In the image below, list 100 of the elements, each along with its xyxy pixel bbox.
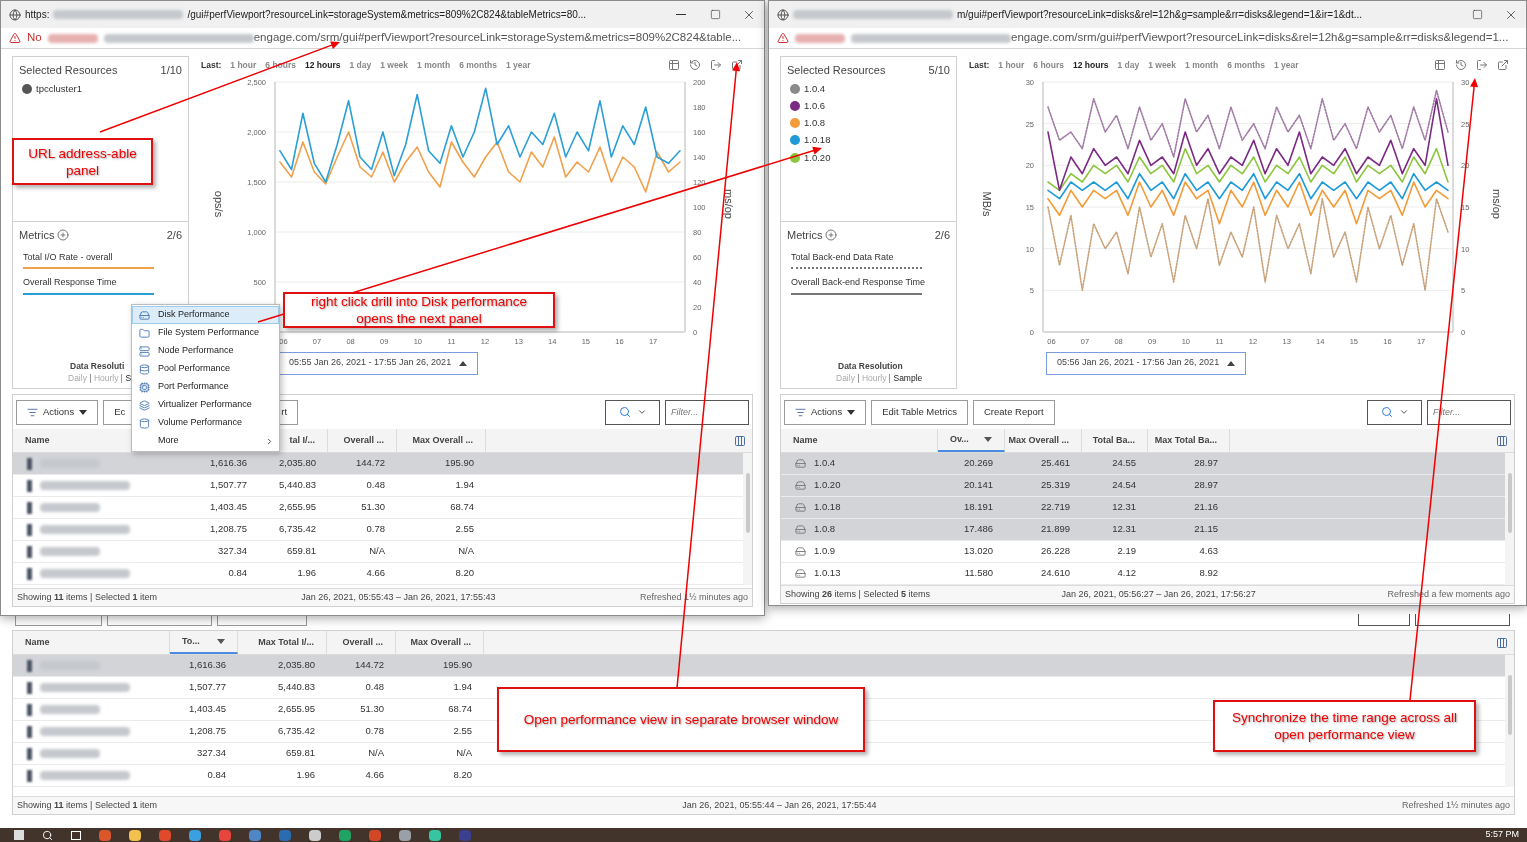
menu-item[interactable]: File System Performance: [132, 324, 279, 342]
table-cell: 12.31: [1112, 522, 1136, 537]
search-button[interactable]: [605, 399, 660, 425]
add-icon[interactable]: [825, 229, 838, 242]
column-chooser-icon[interactable]: [1496, 636, 1508, 649]
callout-box: URL address-able panel: [12, 138, 153, 185]
address-bar[interactable]: No engage.com/srm/gui#perfViewport?resourceLink=storageSystem&metrics=809%2C824&table...: [1, 28, 764, 49]
resolution-option[interactable]: S: [125, 372, 132, 385]
toolbar-button[interactable]: Actions: [16, 399, 99, 425]
table-icon[interactable]: [668, 59, 680, 71]
table-row[interactable]: 1.0.4 20.269 25.461 24.55 28.97: [781, 453, 1505, 475]
column-header[interactable]: Max Overall ...: [397, 429, 486, 452]
date-range-button[interactable]: 05:55 Jan 26, 2021 - 17:55 Jan 26, 2021: [278, 351, 479, 375]
resource-item[interactable]: 1.0.6: [787, 98, 950, 113]
toolbar-button[interactable]: Create Report: [972, 399, 1055, 425]
list-icon: [27, 406, 38, 418]
search-icon: [1380, 406, 1393, 418]
export-icon[interactable]: [710, 59, 722, 71]
time-range-option[interactable]: 1 day: [1117, 58, 1140, 72]
add-icon[interactable]: [57, 229, 70, 242]
search-button[interactable]: [1358, 614, 1410, 626]
app-icon[interactable]: [339, 829, 351, 841]
metric-label[interactable]: Overall Back-end Response Time: [791, 276, 950, 290]
column-header[interactable]: Total Ba...: [1082, 429, 1148, 452]
app-icon[interactable]: [219, 829, 231, 841]
clock-icon[interactable]: [1455, 59, 1467, 71]
column-header[interactable]: Name: [13, 631, 170, 654]
open-window-icon[interactable]: [731, 59, 743, 71]
resolution-option[interactable]: Sample: [893, 372, 923, 385]
time-range-option[interactable]: 6 months: [459, 58, 497, 72]
scrollbar[interactable]: [1505, 453, 1514, 585]
column-header[interactable]: Overall ...: [328, 429, 397, 452]
time-range-option[interactable]: 1 month: [1185, 58, 1219, 72]
app-icon[interactable]: [189, 829, 201, 841]
table-row[interactable]: 1.0.20 20.141 25.319 24.54 28.97: [781, 475, 1505, 497]
scrollbar[interactable]: [1505, 655, 1514, 787]
app-icon[interactable]: [129, 829, 141, 841]
app-icon[interactable]: [99, 829, 111, 841]
column-header[interactable]: Name: [781, 429, 938, 452]
app-icon[interactable]: [429, 829, 441, 841]
address-bar[interactable]: engage.com/srm/gui#perfViewport?resourceLink=disks&rel=12h&g=sample&rr=disks&legend=1...: [769, 28, 1526, 49]
time-range-option[interactable]: 12 hours: [1073, 58, 1109, 72]
app-icon[interactable]: [309, 829, 321, 841]
column-header[interactable]: Overall ...: [327, 631, 396, 654]
time-range-option[interactable]: 6 months: [1227, 58, 1265, 72]
time-range-option[interactable]: 1 hour: [998, 58, 1025, 72]
table-cell: 21.899: [1040, 522, 1070, 537]
filter-field[interactable]: Filter...: [665, 399, 749, 425]
table-row[interactable]: 1.0.18 18.191 22.719 12.31 21.16: [781, 497, 1505, 519]
app-icon[interactable]: [249, 829, 261, 841]
filter-field[interactable]: [1415, 614, 1510, 626]
table-row[interactable]: 1,616.36 2,035.80 144.72 195.90: [13, 453, 743, 475]
column-chooser-icon[interactable]: [1496, 434, 1508, 447]
time-range-option[interactable]: 12 hours: [305, 58, 341, 72]
resource-item[interactable]: 1.0.18: [787, 133, 950, 148]
time-range-option[interactable]: 1 year: [1273, 58, 1299, 72]
column-header[interactable]: Max Total I/...: [238, 631, 327, 654]
time-range-option[interactable]: 1 week: [1148, 58, 1177, 72]
table-row[interactable]: 1,616.36 2,035.80 144.72 195.90: [13, 655, 1505, 677]
menu-item[interactable]: Disk Performance: [132, 306, 279, 324]
search-icon[interactable]: [42, 829, 53, 841]
toolbar-button[interactable]: Actions: [784, 399, 867, 425]
sort-caret-icon: [984, 437, 992, 442]
table-row[interactable]: 1.0.8 17.486 21.899 12.31 21.15: [781, 519, 1505, 541]
time-range-option[interactable]: 1 year: [505, 58, 531, 72]
section-title: Selected Resources: [787, 63, 886, 78]
clock-icon[interactable]: [689, 59, 701, 71]
app-icon[interactable]: [399, 829, 411, 841]
metric-label[interactable]: Total I/O Rate - overall: [23, 250, 182, 264]
menu-item[interactable]: Virtualizer Performance: [132, 396, 279, 414]
task-view-icon[interactable]: [71, 830, 81, 840]
table-cell: 0.78: [366, 522, 385, 537]
resource-item[interactable]: 1.0.4: [787, 81, 950, 96]
resource-item[interactable]: tpccluster1: [19, 81, 182, 96]
time-range-option[interactable]: 1 week: [380, 58, 409, 72]
scrollbar[interactable]: [743, 453, 752, 585]
toolbar-button[interactable]: Edit Table Metrics: [871, 399, 968, 425]
start-icon[interactable]: [14, 830, 24, 840]
column-header[interactable]: Max Overall ...: [1005, 429, 1082, 452]
time-range-option[interactable]: 1 hour: [230, 58, 257, 72]
time-range-option[interactable]: 1 month: [417, 58, 451, 72]
menu-item[interactable]: Pool Performance: [132, 360, 279, 378]
open-window-icon[interactable]: [1497, 59, 1509, 71]
column-chooser-icon[interactable]: [734, 434, 746, 447]
menu-item[interactable]: Port Performance: [132, 378, 279, 396]
menu-item[interactable]: Node Performance: [132, 342, 279, 360]
time-range-option[interactable]: 6 hours: [1033, 58, 1064, 72]
metric-label[interactable]: Total Back-end Data Rate: [791, 250, 950, 264]
time-range-option[interactable]: 1 day: [349, 58, 372, 72]
export-icon[interactable]: [1476, 59, 1488, 71]
menu-item[interactable]: Volume Performance: [132, 414, 279, 432]
resource-item[interactable]: 1.0.20: [787, 150, 950, 165]
table-icon[interactable]: [1434, 59, 1446, 71]
resource-item[interactable]: 1.0.8: [787, 116, 950, 131]
time-range-text: Jan 26, 2021, 05:55:43 – Jan 26, 2021, 17:55:43: [301, 590, 496, 604]
column-header[interactable]: Max Total Ba...: [1148, 429, 1230, 452]
date-range-button[interactable]: 05:56 Jan 26, 2021 - 17:56 Jan 26, 2021: [1046, 351, 1247, 375]
search-button[interactable]: [1367, 399, 1422, 425]
metric-label[interactable]: Overall Response Time: [23, 276, 182, 290]
column-header[interactable]: Max Overall ...: [396, 631, 484, 654]
